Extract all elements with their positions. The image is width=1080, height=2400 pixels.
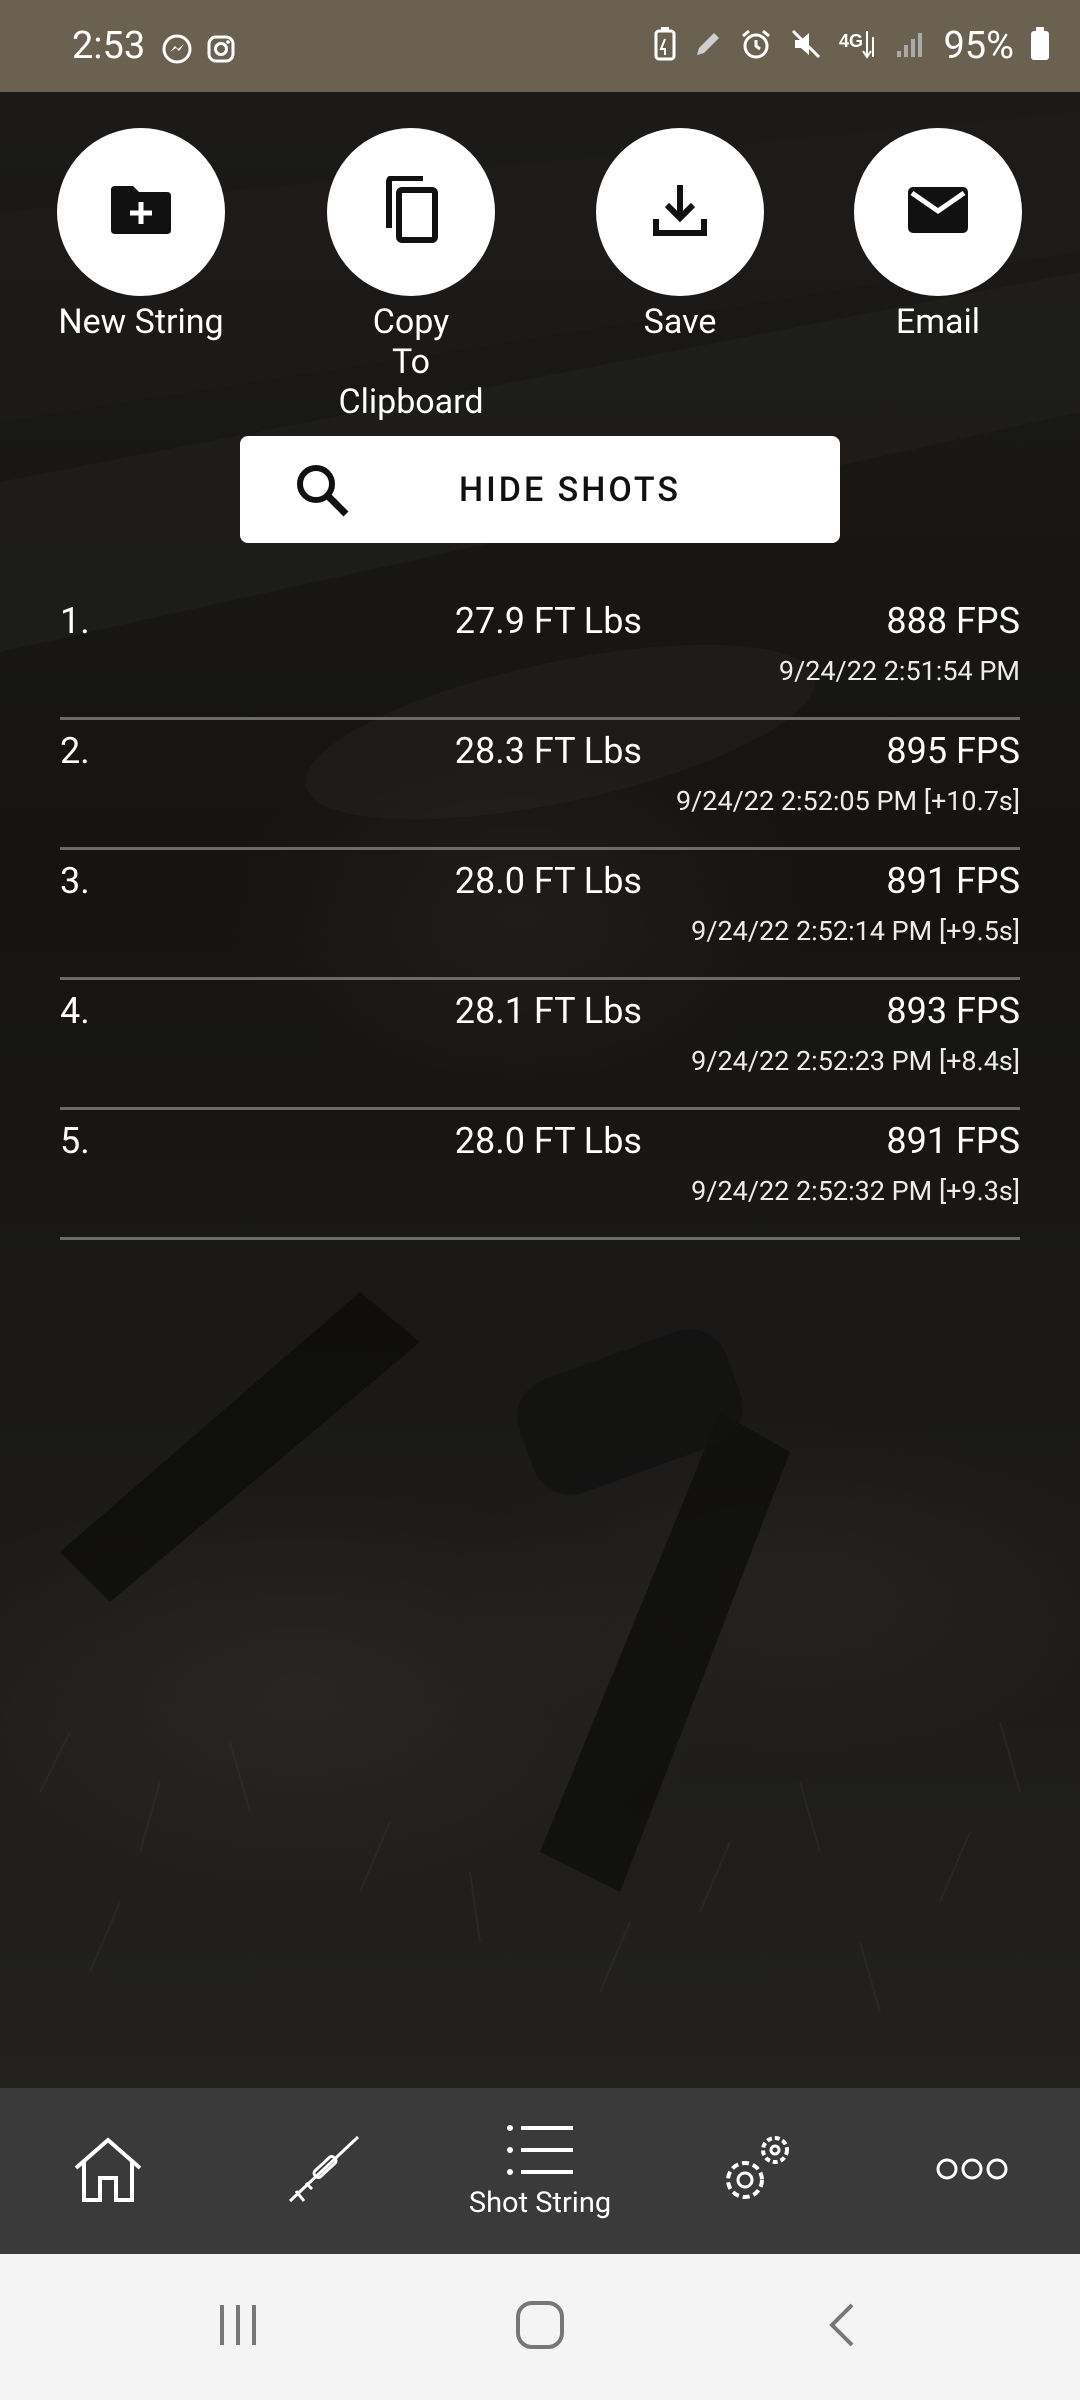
shot-number: 3. (60, 860, 90, 902)
system-home-button[interactable] (460, 2254, 620, 2400)
shot-timestamp: 9/24/22 2:52:05 PM [+10.7s] (675, 785, 1020, 817)
hide-shots-button[interactable]: HIDE SHOTS (240, 436, 840, 543)
shot-energy: 28.0 FT Lbs (454, 860, 642, 902)
download-icon (651, 181, 709, 243)
recents-button[interactable] (158, 2254, 318, 2400)
shot-velocity: 895 FPS (886, 730, 1020, 772)
pen-icon (693, 29, 723, 63)
nav-rifle[interactable] (224, 2088, 424, 2254)
recents-icon (216, 2303, 260, 2351)
new-string-label: New String (58, 302, 224, 342)
alarm-icon (739, 27, 773, 65)
shot-number: 5. (60, 1120, 90, 1162)
messenger-icon (162, 34, 192, 68)
email-circle[interactable] (854, 128, 1022, 296)
back-icon (826, 2301, 858, 2353)
save-button[interactable]: Save (595, 128, 765, 342)
status-bar: 2:53 4G 95% (0, 0, 1080, 92)
save-label: Save (643, 302, 717, 342)
home-icon (70, 2134, 146, 2208)
status-left-icons (162, 34, 236, 68)
system-nav-bar (0, 2254, 1080, 2400)
copy-to-clipboard-button[interactable]: Copy To Clipboard (326, 128, 496, 422)
battery-saver-icon (653, 27, 677, 65)
shot-timestamp: 9/24/22 2:52:23 PM [+8.4s] (691, 1045, 1020, 1077)
lte-icon: 4G (839, 27, 879, 65)
status-right: 4G 95% (653, 24, 1050, 68)
app-root: 2:53 4G 95% New String Copy To Clipboard… (0, 0, 1080, 2400)
save-circle[interactable] (596, 128, 764, 296)
copy-label: Copy To Clipboard (338, 302, 484, 422)
svg-text:4G: 4G (839, 31, 863, 51)
shot-energy: 28.0 FT Lbs (454, 1120, 642, 1162)
shot-velocity: 893 FPS (886, 990, 1020, 1032)
shot-timestamp: 9/24/22 2:52:14 PM [+9.5s] (691, 915, 1020, 947)
rifle-icon (286, 2131, 362, 2211)
home-circle-icon (515, 2300, 565, 2354)
shot-row[interactable]: 2. 28.3 FT Lbs 895 FPS 9/24/22 2:52:05 P… (60, 720, 1020, 850)
new-string-button[interactable]: New String (56, 128, 226, 342)
copy-circle[interactable] (327, 128, 495, 296)
copy-icon (381, 175, 441, 248)
shot-row[interactable]: 5. 28.0 FT Lbs 891 FPS 9/24/22 2:52:32 P… (60, 1110, 1020, 1240)
shot-timestamp: 9/24/22 2:51:54 PM (778, 655, 1020, 687)
shot-number: 2. (60, 730, 90, 772)
battery-percent: 95% (943, 24, 1014, 68)
instagram-icon (206, 34, 236, 68)
nav-shot-string[interactable]: Shot String (440, 2088, 640, 2254)
shot-velocity: 888 FPS (886, 600, 1020, 642)
nav-home[interactable] (8, 2088, 208, 2254)
email-button[interactable]: Email (853, 128, 1023, 342)
new-string-circle[interactable] (57, 128, 225, 296)
email-icon (906, 185, 970, 239)
shot-number: 1. (60, 600, 90, 642)
mute-icon (789, 27, 823, 65)
shot-number: 4. (60, 990, 90, 1032)
email-label: Email (895, 302, 981, 342)
nav-shot-string-label: Shot String (468, 2186, 612, 2220)
shot-timestamp: 9/24/22 2:52:32 PM [+9.3s] (691, 1175, 1020, 1207)
new-folder-icon (109, 184, 173, 240)
settings-gears-icon (717, 2130, 795, 2212)
shot-energy: 28.1 FT Lbs (454, 990, 642, 1032)
nav-settings[interactable] (656, 2088, 856, 2254)
more-icon (936, 2157, 1008, 2185)
shot-row[interactable]: 1. 27.9 FT Lbs 888 FPS 9/24/22 2:51:54 P… (60, 590, 1020, 720)
bottom-nav: Shot String (0, 2088, 1080, 2254)
shot-velocity: 891 FPS (886, 1120, 1020, 1162)
nav-more[interactable] (872, 2088, 1072, 2254)
signal-icon (895, 29, 927, 63)
battery-icon (1030, 27, 1050, 65)
hide-shots-label: HIDE SHOTS (459, 469, 681, 510)
shot-energy: 28.3 FT Lbs (454, 730, 642, 772)
shot-row[interactable]: 3. 28.0 FT Lbs 891 FPS 9/24/22 2:52:14 P… (60, 850, 1020, 980)
status-time: 2:53 (72, 24, 146, 68)
list-icon (505, 2122, 575, 2182)
shot-list: 1. 27.9 FT Lbs 888 FPS 9/24/22 2:51:54 P… (60, 590, 1020, 1240)
shot-velocity: 891 FPS (886, 860, 1020, 902)
shot-energy: 27.9 FT Lbs (454, 600, 642, 642)
back-button[interactable] (762, 2254, 922, 2400)
shot-row[interactable]: 4. 28.1 FT Lbs 893 FPS 9/24/22 2:52:23 P… (60, 980, 1020, 1110)
